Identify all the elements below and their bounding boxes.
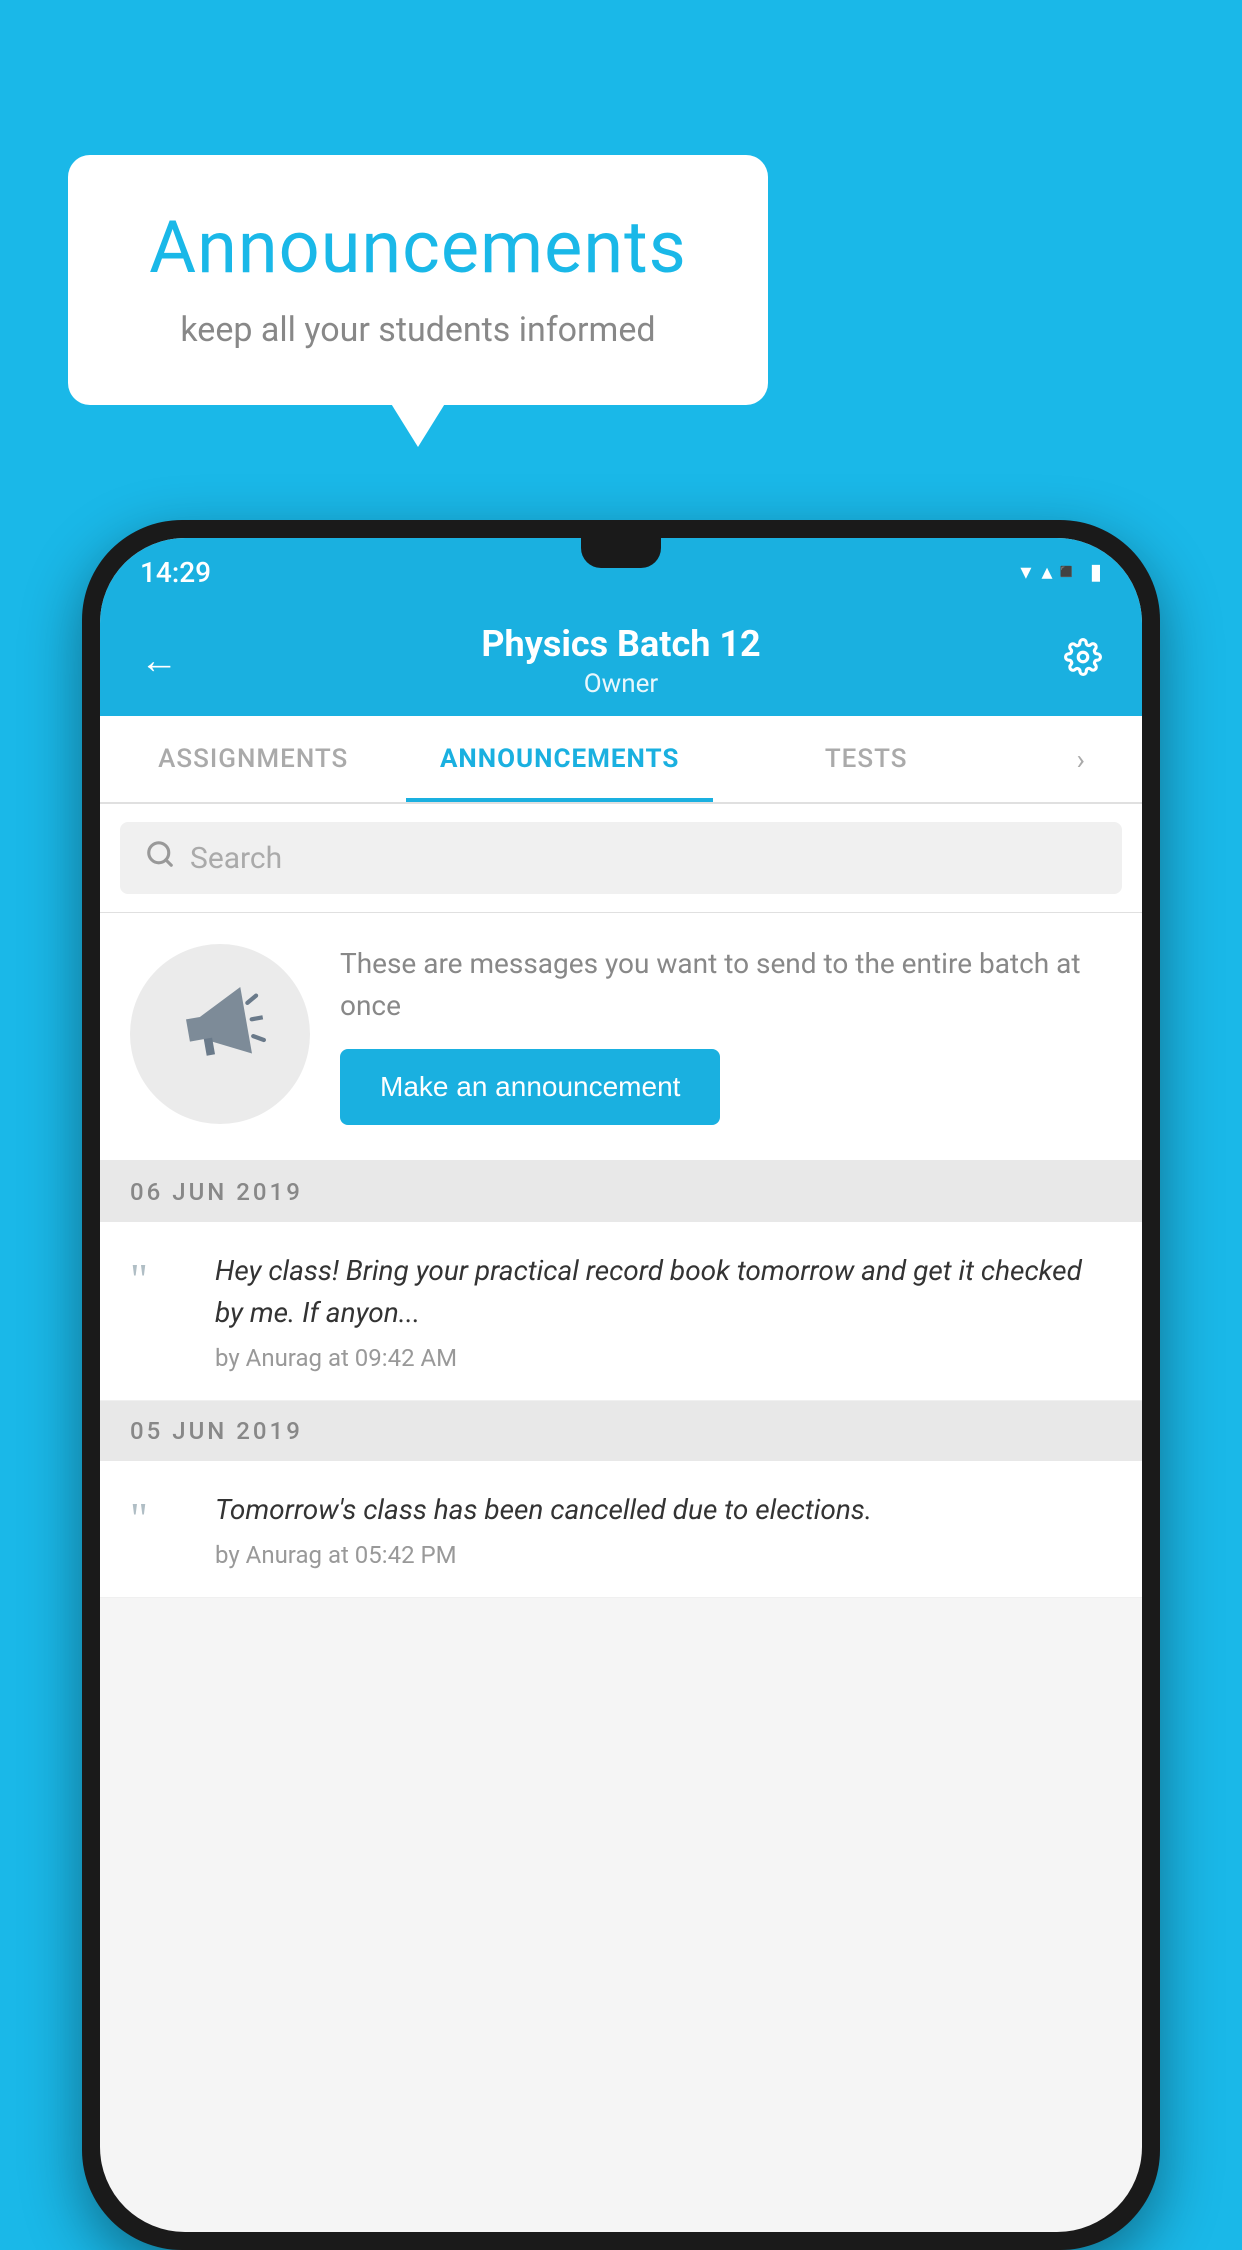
tab-more[interactable]: › — [1019, 743, 1142, 776]
announcement-content-1: Hey class! Bring your practical record b… — [215, 1250, 1112, 1372]
tabs-bar: ASSIGNMENTS ANNOUNCEMENTS TESTS › — [100, 716, 1142, 804]
date-label-2: 05 JUN 2019 — [130, 1417, 303, 1445]
wifi-icon: ▾ — [1020, 560, 1031, 585]
phone-notch — [581, 538, 661, 568]
announcement-text-2: Tomorrow's class has been cancelled due … — [215, 1489, 1112, 1531]
app-header: ← Physics Batch 12 Owner — [100, 606, 1142, 716]
announcement-item-1[interactable]: " Hey class! Bring your practical record… — [100, 1222, 1142, 1401]
battery-icon: ▮ — [1090, 560, 1102, 585]
announcement-meta-2: by Anurag at 05:42 PM — [215, 1541, 1112, 1569]
search-container: Search — [100, 804, 1142, 913]
status-bar: 14:29 ▾ ▴◾ ▮ — [100, 538, 1142, 606]
phone-frame: 14:29 ▾ ▴◾ ▮ ← Physics Batch 12 Owner — [82, 520, 1160, 2250]
search-bar[interactable]: Search — [120, 822, 1122, 894]
announcement-item-2[interactable]: " Tomorrow's class has been cancelled du… — [100, 1461, 1142, 1598]
make-announcement-button[interactable]: Make an announcement — [340, 1049, 720, 1125]
date-label-1: 06 JUN 2019 — [130, 1178, 303, 1206]
phone-screen: 14:29 ▾ ▴◾ ▮ ← Physics Batch 12 Owner — [100, 538, 1142, 2232]
announcement-meta-1: by Anurag at 09:42 AM — [215, 1344, 1112, 1372]
header-title: Physics Batch 12 — [188, 623, 1054, 665]
tab-announcements[interactable]: ANNOUNCEMENTS — [406, 716, 712, 802]
megaphone-icon — [166, 973, 273, 1095]
tab-assignments[interactable]: ASSIGNMENTS — [100, 716, 406, 802]
announcement-text-1: Hey class! Bring your practical record b… — [215, 1250, 1112, 1334]
quote-icon-1: " — [130, 1250, 190, 1302]
back-button[interactable]: ← — [130, 632, 188, 690]
speech-bubble: Announcements keep all your students inf… — [68, 155, 768, 405]
announcement-icon-circle — [130, 944, 310, 1124]
announcement-prompt: These are messages you want to send to t… — [100, 913, 1142, 1162]
announcement-right: These are messages you want to send to t… — [340, 943, 1112, 1125]
header-title-area: Physics Batch 12 Owner — [188, 623, 1054, 699]
announcement-content-2: Tomorrow's class has been cancelled due … — [215, 1489, 1112, 1569]
speech-bubble-container: Announcements keep all your students inf… — [68, 155, 768, 405]
signal-icon: ▴◾ — [1041, 560, 1079, 585]
date-divider-1: 06 JUN 2019 — [100, 1162, 1142, 1222]
date-divider-2: 05 JUN 2019 — [100, 1401, 1142, 1461]
search-icon — [145, 839, 175, 877]
tab-tests[interactable]: TESTS — [713, 716, 1019, 802]
status-time: 14:29 — [140, 556, 211, 589]
bubble-title: Announcements — [128, 205, 708, 290]
status-icons: ▾ ▴◾ ▮ — [1020, 560, 1102, 585]
announcement-description: These are messages you want to send to t… — [340, 943, 1112, 1027]
bubble-subtitle: keep all your students informed — [128, 310, 708, 350]
settings-button[interactable] — [1054, 628, 1112, 695]
header-subtitle: Owner — [188, 669, 1054, 699]
quote-icon-2: " — [130, 1489, 190, 1541]
search-placeholder: Search — [190, 841, 282, 876]
